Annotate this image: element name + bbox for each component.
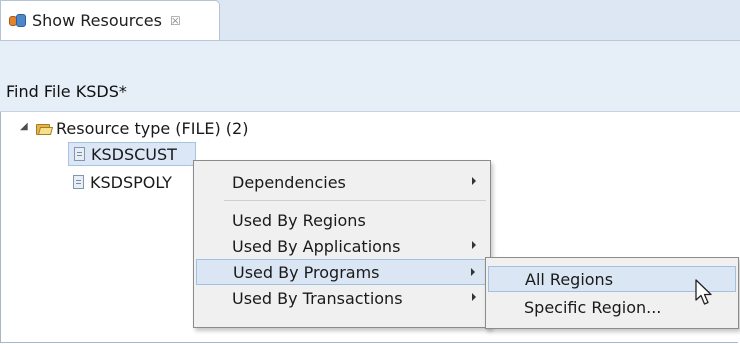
menu-item-dependencies[interactable]: Dependencies xyxy=(196,169,488,195)
submenu-arrow-icon xyxy=(472,241,476,249)
collapse-triangle-icon[interactable]: ◢ xyxy=(20,121,28,132)
close-icon[interactable]: ☒ xyxy=(170,14,181,28)
tree-item-label: KSDSCUST xyxy=(91,144,177,164)
file-icon xyxy=(73,175,84,189)
menu-item-used-by-programs[interactable]: Used By Programs xyxy=(196,259,488,285)
view-header xyxy=(0,41,740,112)
submenu-arrow-icon xyxy=(471,268,475,276)
submenu-arrow-icon xyxy=(472,177,476,185)
menu-item-label: Specific Region... xyxy=(524,297,662,317)
menu-item-label: All Regions xyxy=(525,269,614,289)
tree-root-label[interactable]: Resource type (FILE) (2) xyxy=(56,119,248,138)
tab-title: Show Resources xyxy=(32,11,162,30)
menu-separator xyxy=(224,200,486,201)
menu-item-label: Used By Programs xyxy=(233,262,380,282)
context-menu: Dependencies Used By Regions Used By App… xyxy=(193,160,491,328)
tree-item-ksdspoly[interactable]: KSDSPOLY xyxy=(68,170,196,194)
menu-item-used-by-transactions[interactable]: Used By Transactions xyxy=(196,285,488,311)
tree-item-ksdscust[interactable]: KSDSCUST xyxy=(68,142,196,166)
page-title: Find File KSDS* xyxy=(6,82,127,101)
menu-item-label: Dependencies xyxy=(232,172,346,192)
menu-item-used-by-regions[interactable]: Used By Regions xyxy=(196,207,488,233)
resources-icon xyxy=(9,13,27,28)
menu-item-label: Used By Transactions xyxy=(232,288,403,308)
tree-item-label: KSDSPOLY xyxy=(90,172,172,192)
tab-strip: Show Resources ☒ xyxy=(0,0,740,41)
menu-item-label: Used By Applications xyxy=(232,236,401,256)
file-icon xyxy=(74,147,85,161)
menu-item-label: Used By Regions xyxy=(232,210,366,230)
open-folder-icon xyxy=(36,124,54,135)
menu-item-used-by-applications[interactable]: Used By Applications xyxy=(196,233,488,259)
mouse-pointer-icon xyxy=(695,279,712,305)
tab-show-resources[interactable]: Show Resources ☒ xyxy=(0,0,220,40)
submenu-arrow-icon xyxy=(472,293,476,301)
